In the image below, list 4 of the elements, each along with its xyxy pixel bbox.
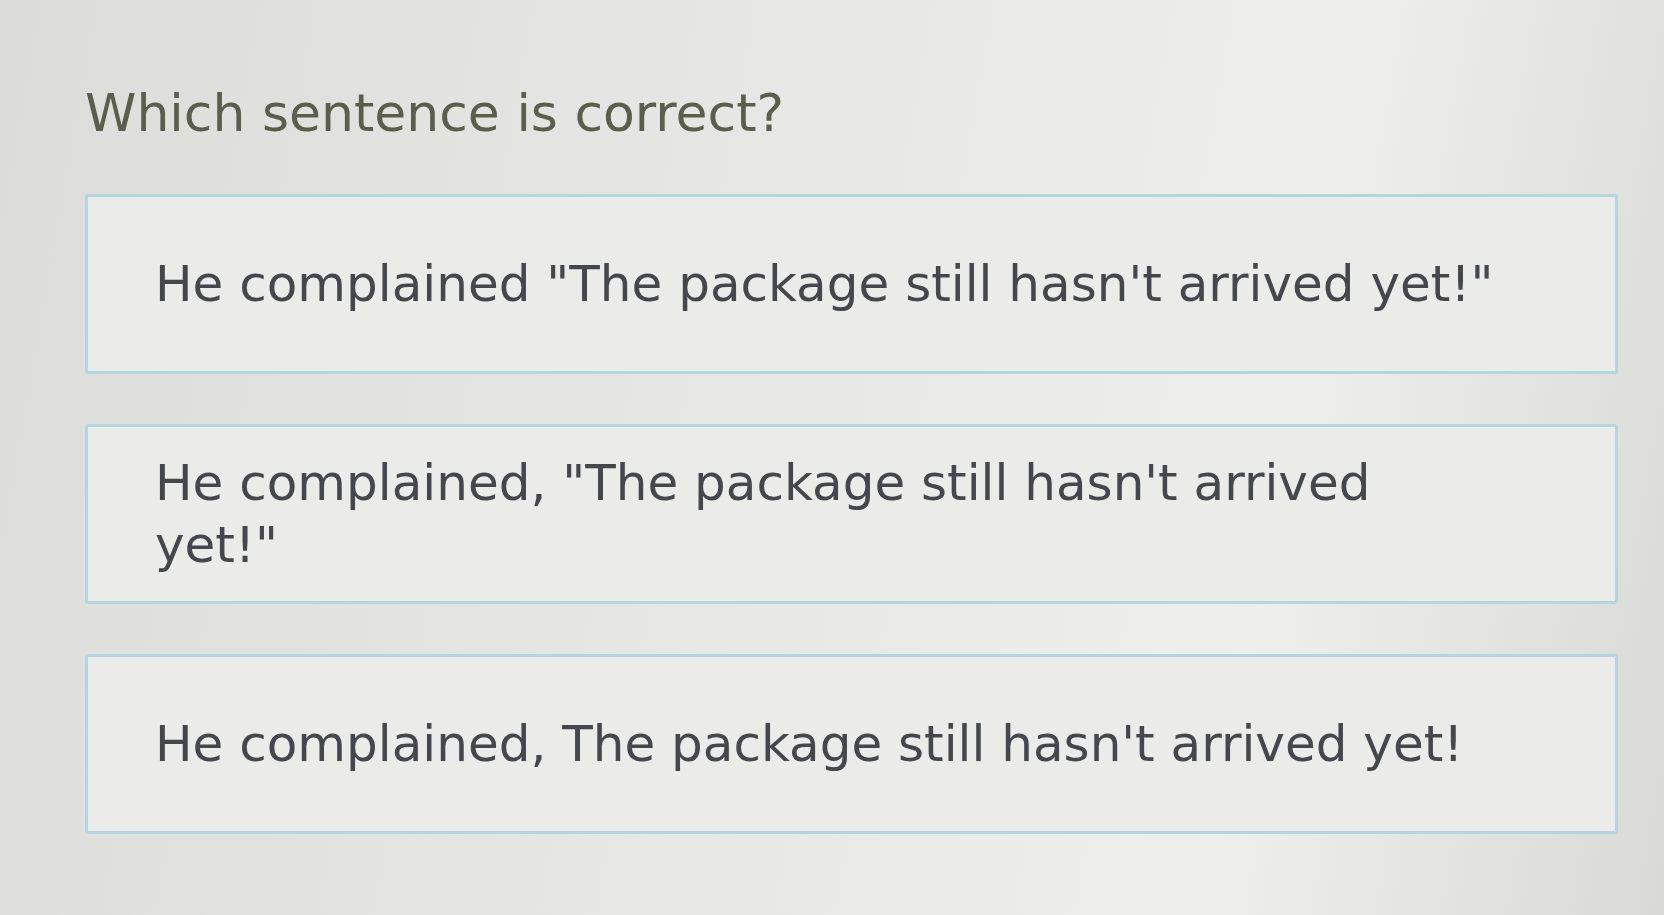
answer-option[interactable]: He complained, "The package still hasn't arrived yet!" bbox=[85, 424, 1618, 604]
answer-option[interactable]: He complained, The package still hasn't arrived yet! bbox=[85, 654, 1618, 834]
answer-option[interactable]: He complained "The package still hasn't arrived yet!" bbox=[85, 194, 1618, 374]
question-text: Which sentence is correct? bbox=[85, 82, 786, 145]
